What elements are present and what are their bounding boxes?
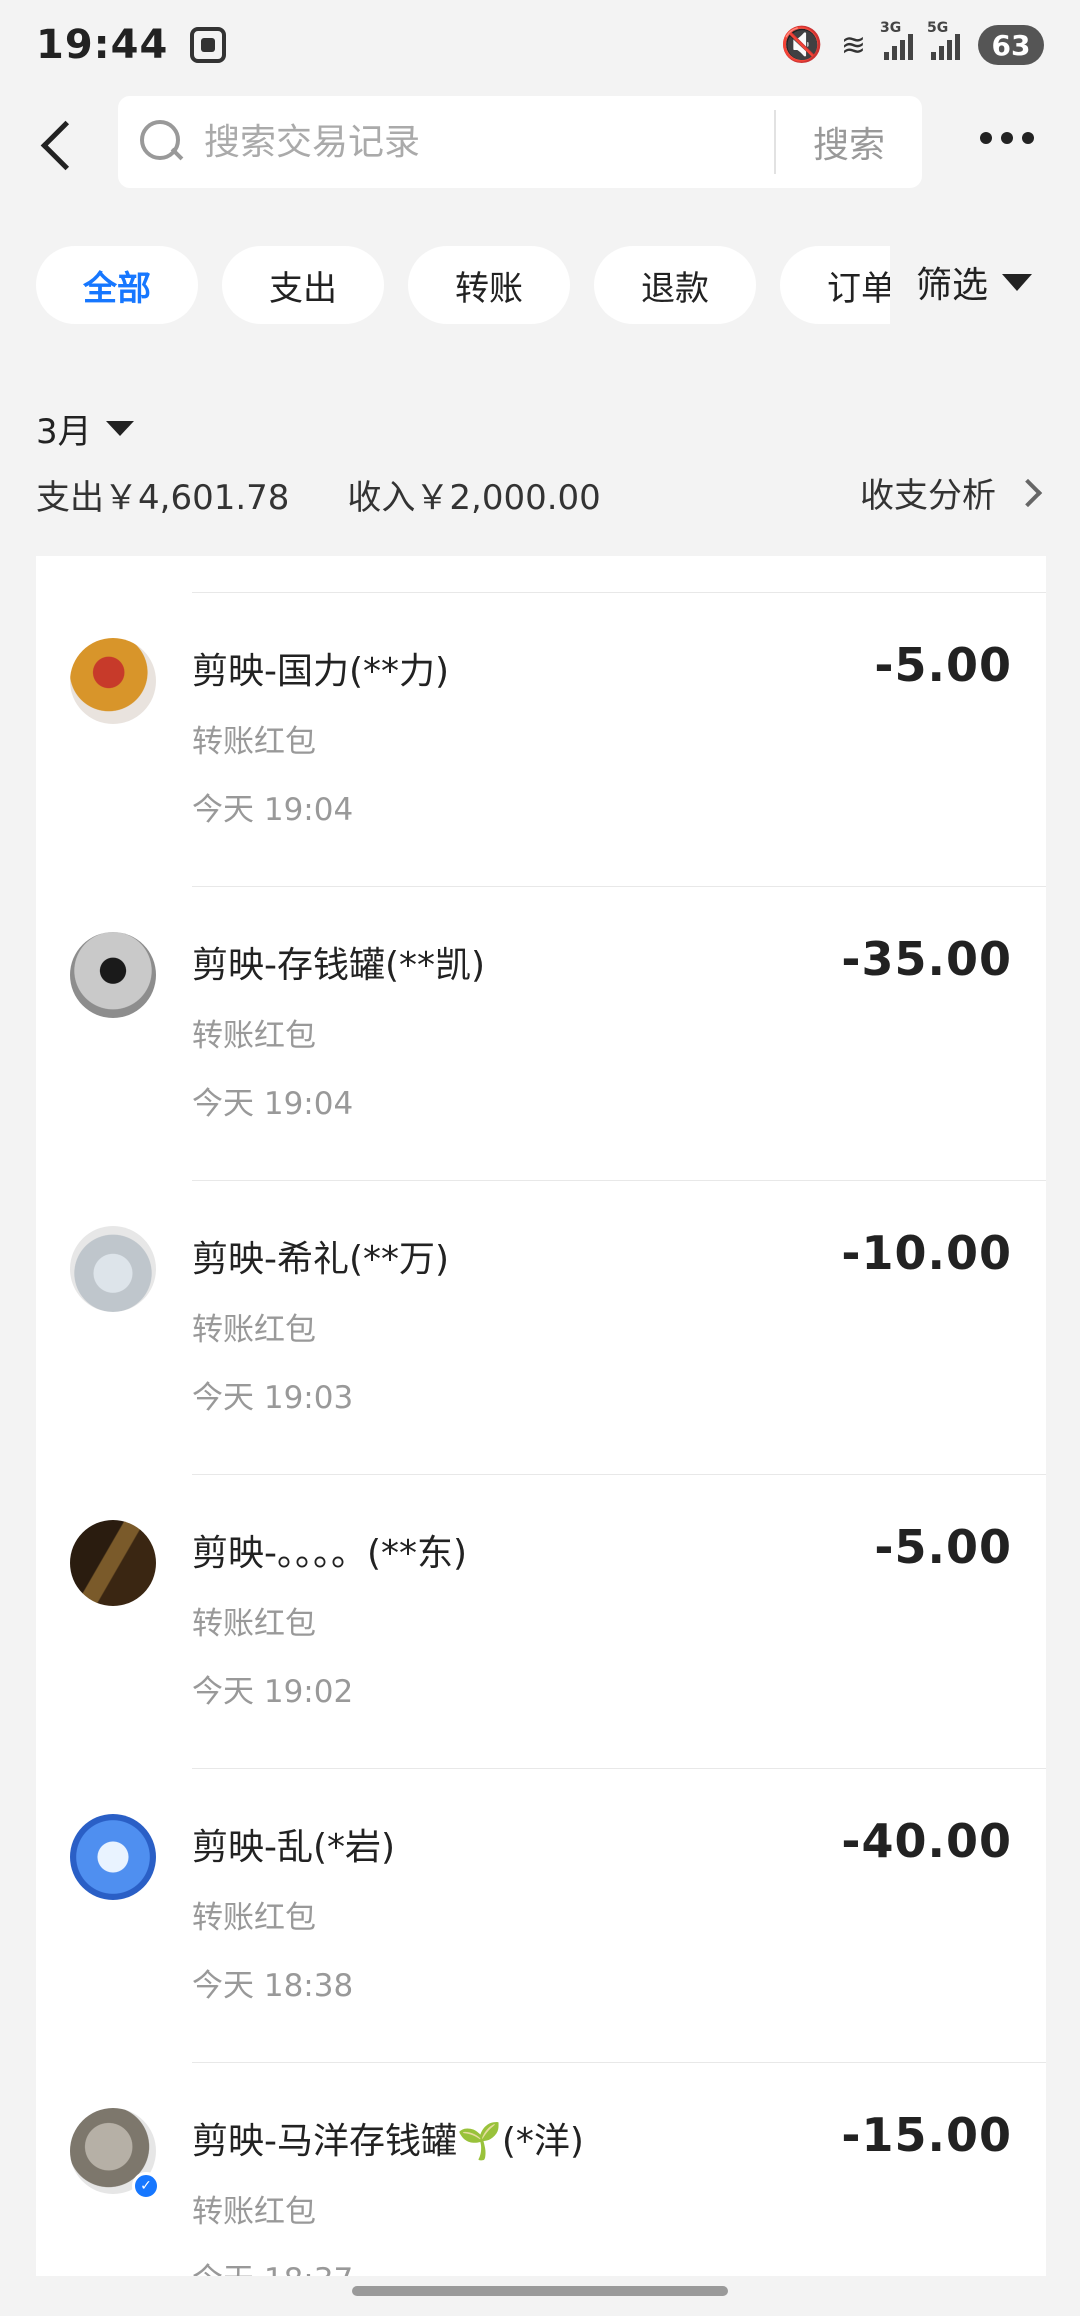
chip-all[interactable]: 全部 [36, 246, 198, 324]
month-summary: 3月 支出￥4,601.78 收入￥2,000.00 收支分析 [36, 372, 1046, 554]
summary-totals: 支出￥4,601.78 收入￥2,000.00 [36, 470, 601, 519]
search-header: 搜索 [0, 96, 1080, 192]
divider [192, 1474, 1046, 1475]
divider [192, 1180, 1046, 1181]
transaction-amount: -35.00 [841, 932, 1012, 986]
transaction-row[interactable]: 剪映-存钱罐(**凯) 转账红包 今天 19:04 -35.00 [36, 886, 1046, 1180]
dot-icon [1022, 132, 1034, 144]
transaction-name: 剪映-马洋存钱罐🌱(*洋) [192, 2121, 584, 2162]
search-button[interactable]: 搜索 [776, 96, 922, 188]
transaction-amount: -15.00 [841, 2108, 1012, 2162]
transaction-amount: -40.00 [841, 1814, 1012, 1868]
dot-icon [1001, 132, 1013, 144]
search-input[interactable] [204, 114, 784, 170]
transaction-time: 今天 18:38 [192, 1968, 354, 2004]
avatar [70, 932, 156, 1018]
home-indicator[interactable] [352, 2286, 728, 2296]
income-total: 收入￥2,000.00 [347, 478, 601, 518]
transaction-name: 剪映-乱(*岩) [192, 1827, 396, 1868]
transaction-type: 转账红包 [192, 724, 316, 760]
clock: 19:44 [36, 22, 169, 68]
avatar [70, 638, 156, 724]
transaction-time: 今天 19:03 [192, 1380, 354, 1416]
transaction-type: 转账红包 [192, 1018, 316, 1054]
filter-label: 筛选 [916, 265, 989, 306]
transaction-time: 今天 19:04 [192, 792, 354, 828]
chip-refund[interactable]: 退款 [594, 246, 756, 324]
transaction-time: 今天 18:37 [192, 2254, 353, 2276]
analysis-link[interactable]: 收支分析 [860, 468, 1043, 517]
chevron-right-icon [1013, 478, 1043, 507]
transaction-row[interactable]: 剪映-国力(**力) 转账红包 今天 19:04 -5.00 [36, 592, 1046, 886]
search-icon [140, 120, 184, 164]
transaction-name: 剪映-存钱罐(**凯) [192, 945, 486, 986]
filter-button[interactable]: 筛选 [916, 256, 1033, 308]
signal-icon: 3G [880, 20, 913, 60]
transaction-row[interactable]: 剪映-希礼(**万) 转账红包 今天 19:03 -10.00 [36, 1180, 1046, 1474]
signal-icon: 5G [927, 20, 960, 60]
screenshot-icon [190, 27, 227, 63]
transaction-row[interactable]: 剪映-乱(*岩) 转账红包 今天 18:38 -40.00 [36, 1768, 1046, 2062]
battery-icon: 63 [978, 25, 1044, 65]
avatar [70, 1520, 156, 1606]
transaction-row[interactable]: ✓ 剪映-马洋存钱罐🌱(*洋) 转账红包 今天 18:37 -15.00 [36, 2062, 1046, 2276]
status-icons: 🔇 ≋ 3G 5G 63 [780, 20, 1044, 65]
transaction-amount: -5.00 [874, 1520, 1012, 1574]
triangle-down-icon [1002, 273, 1033, 291]
transaction-name: 剪映-。。。。(**东) [192, 1533, 468, 1574]
transaction-name: 剪映-希礼(**万) [192, 1239, 450, 1280]
chip-expense[interactable]: 支出 [222, 246, 384, 324]
month-selector[interactable]: 3月 [36, 404, 134, 453]
divider [192, 2062, 1046, 2063]
chip-transfer[interactable]: 转账 [408, 246, 570, 324]
transaction-name: 剪映-国力(**力) [192, 651, 450, 692]
expense-total: 支出￥4,601.78 [36, 478, 290, 518]
divider [192, 886, 1046, 887]
search-box[interactable]: 搜索 [118, 96, 922, 188]
network-type-label: 5G [927, 20, 949, 36]
more-options-button[interactable] [980, 132, 1034, 144]
dot-icon [980, 132, 992, 144]
transaction-list: 剪映-国力(**力) 转账红包 今天 19:04 -5.00 剪映-存钱罐(**… [36, 556, 1046, 2276]
divider [192, 1768, 1046, 1769]
transaction-time: 今天 19:04 [192, 1086, 354, 1122]
transaction-type: 转账红包 [192, 1312, 316, 1348]
divider [192, 592, 1046, 593]
transaction-time: 今天 19:02 [192, 1674, 354, 1710]
transaction-row[interactable]: 剪映-。。。。(**东) 转账红包 今天 19:02 -5.00 [36, 1474, 1046, 1768]
transaction-amount: -10.00 [841, 1226, 1012, 1280]
mute-icon: 🔇 [780, 25, 823, 65]
analysis-label: 收支分析 [860, 476, 996, 516]
avatar [70, 1814, 156, 1900]
avatar [70, 1226, 156, 1312]
transaction-type: 转账红包 [192, 2194, 316, 2230]
month-label: 3月 [36, 412, 92, 452]
filter-chips: 全部 支出 转账 退款 订单 筛选 [0, 246, 1080, 326]
transaction-amount: -5.00 [874, 638, 1012, 692]
wifi-icon: ≋ [840, 27, 866, 63]
verified-badge-icon: ✓ [132, 2172, 160, 2200]
transaction-type: 转账红包 [192, 1900, 316, 1936]
transaction-type: 转账红包 [192, 1606, 316, 1642]
triangle-down-icon [105, 421, 134, 436]
status-bar: 19:44 🔇 ≋ 3G 5G 63 [0, 0, 1080, 90]
network-type-label: 3G [880, 20, 902, 36]
back-button[interactable] [30, 114, 90, 174]
